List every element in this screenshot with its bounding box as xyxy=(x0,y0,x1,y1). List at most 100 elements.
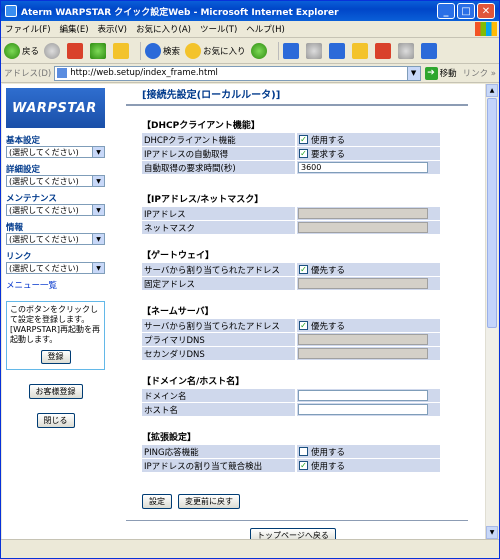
minimize-button[interactable]: _ xyxy=(437,3,455,19)
menu-list-link[interactable]: メニュー一覧 xyxy=(6,279,105,291)
print-button[interactable] xyxy=(305,42,324,59)
request-time-input[interactable]: 3600 xyxy=(298,162,428,173)
field-value-cell xyxy=(297,277,440,290)
address-dropdown-button[interactable]: ▼ xyxy=(407,65,421,81)
ie-app-icon xyxy=(5,5,17,17)
field-label: IPアドレスの割り当て競合検出 xyxy=(142,459,295,472)
field-value-cell xyxy=(297,221,440,234)
menu-tools[interactable]: ツール(T) xyxy=(200,23,237,35)
history-icon xyxy=(250,42,267,59)
go-arrow-icon: ➔ xyxy=(424,66,438,80)
info-select[interactable]: (選択してください) ▼ xyxy=(6,233,105,245)
checkbox[interactable]: ✓ xyxy=(299,149,308,158)
favorites-button[interactable]: お気に入り xyxy=(185,42,246,59)
side-group-link: リンク (選択してください) ▼ xyxy=(6,250,105,274)
close-button[interactable]: 閉じる xyxy=(36,413,75,428)
vertical-scrollbar[interactable]: ▲ ▼ xyxy=(485,84,498,539)
address-input[interactable]: http://web.setup/index_frame.html xyxy=(54,65,408,81)
detail-settings-select[interactable]: (選択してください) ▼ xyxy=(6,175,105,187)
form-row: プライマリDNS xyxy=(142,333,440,346)
back-button[interactable]: 戻る xyxy=(4,42,39,59)
links-button[interactable]: リンク » xyxy=(463,67,496,79)
menu-view[interactable]: 表示(V) xyxy=(98,23,127,35)
close-window-button[interactable]: ✕ xyxy=(477,3,495,19)
set-button[interactable]: 設定 xyxy=(142,494,172,509)
scroll-up-icon[interactable]: ▲ xyxy=(486,84,498,97)
folder-button[interactable] xyxy=(351,42,370,59)
link-select[interactable]: (選択してください) ▼ xyxy=(6,262,105,274)
customer-register-button[interactable]: お客様登録 xyxy=(28,384,83,399)
basic-settings-select[interactable]: (選択してください) ▼ xyxy=(6,146,105,158)
go-button[interactable]: ➔ 移動 xyxy=(424,66,457,80)
footer-divider xyxy=(126,520,468,521)
dhcp-client-checkbox[interactable]: ✓ 使用する xyxy=(297,133,440,146)
gateway-prefer-checkbox[interactable]: ✓ 優先する xyxy=(297,263,440,276)
folder-icon xyxy=(351,42,368,59)
host-name-input[interactable] xyxy=(298,404,428,415)
ip-auto-checkbox[interactable]: ✓ 要求する xyxy=(297,147,440,160)
form-row: 自動取得の要求時間(秒) 3600 xyxy=(142,161,440,174)
section-ip-mask: 【IPアドレス/ネットマスク】 IPアドレス ネットマスク xyxy=(142,192,440,235)
netmask-input[interactable] xyxy=(298,222,428,233)
checkbox[interactable] xyxy=(299,447,308,456)
side-group-info: 情報 (選択してください) ▼ xyxy=(6,221,105,245)
menu-file[interactable]: ファイル(F) xyxy=(5,23,51,35)
search-button[interactable]: 検索 xyxy=(145,42,180,59)
menu-edit[interactable]: 編集(E) xyxy=(60,23,89,35)
checkbox[interactable]: ✓ xyxy=(299,135,308,144)
edit-button[interactable] xyxy=(328,42,347,59)
research-button[interactable] xyxy=(397,42,416,59)
page-icon xyxy=(57,68,68,78)
checkbox[interactable]: ✓ xyxy=(299,461,308,470)
form-row: 固定アドレス xyxy=(142,277,440,290)
scroll-thumb[interactable] xyxy=(487,98,497,328)
form-row: DHCPクライアント機能 ✓ 使用する xyxy=(142,133,440,146)
history-button[interactable] xyxy=(250,42,269,59)
dns-prefer-checkbox[interactable]: ✓ 優先する xyxy=(297,319,440,332)
mail-icon xyxy=(282,42,299,59)
print-icon xyxy=(305,42,322,59)
field-value-cell: 3600 xyxy=(297,161,440,174)
home-icon xyxy=(113,42,130,59)
forward-button[interactable] xyxy=(44,42,62,59)
section-nameserver: 【ネームサーバ】 サーバから割り当てられたアドレス ✓ 優先する プライマリDNS… xyxy=(142,304,440,361)
toolbar: 戻る 検索 お気に入り xyxy=(1,38,499,64)
customer-register-wrap: お客様登録 xyxy=(2,384,109,399)
maintenance-select[interactable]: (選択してください) ▼ xyxy=(6,204,105,216)
checkbox[interactable]: ✓ xyxy=(299,321,308,330)
refresh-button[interactable] xyxy=(90,42,108,59)
fixed-address-input[interactable] xyxy=(298,278,428,289)
ip-address-input[interactable] xyxy=(298,208,428,219)
messenger-button[interactable] xyxy=(374,42,393,59)
ping-response-checkbox[interactable]: 使用する xyxy=(297,445,440,458)
form-row: サーバから割り当てられたアドレス ✓ 優先する xyxy=(142,263,440,276)
network-button[interactable] xyxy=(420,42,439,59)
chevron-down-icon: ▼ xyxy=(92,147,104,157)
side-group-basic: 基本設定 (選択してください) ▼ xyxy=(6,134,105,158)
form-row: IPアドレスの割り当て競合検出 ✓ 使用する xyxy=(142,459,440,472)
form-row: ドメイン名 xyxy=(142,389,440,402)
mail-button[interactable] xyxy=(282,42,301,59)
register-note-box: このボタンをクリックして設定を登録します。[WARPSTAR]再起動を再起動しま… xyxy=(6,301,105,370)
stop-button[interactable] xyxy=(67,42,85,59)
sidebar-frame: WARPSTAR 基本設定 (選択してください) ▼ 詳細設定 (選択してください… xyxy=(2,84,110,539)
secondary-dns-input[interactable] xyxy=(298,348,428,359)
revert-button[interactable]: 変更前に戻す xyxy=(178,494,240,509)
form-row: ネットマスク xyxy=(142,221,440,234)
search-icon xyxy=(145,42,162,59)
domain-name-input[interactable] xyxy=(298,390,428,401)
maximize-button[interactable]: □ xyxy=(457,3,475,19)
refresh-icon xyxy=(90,42,107,59)
primary-dns-input[interactable] xyxy=(298,334,428,345)
field-label: ホスト名 xyxy=(142,403,295,416)
home-button[interactable] xyxy=(113,42,131,59)
menu-help[interactable]: ヘルプ(H) xyxy=(246,23,285,35)
field-value-cell xyxy=(297,333,440,346)
form-row: セカンダリDNS xyxy=(142,347,440,360)
menu-favorites[interactable]: お気に入り(A) xyxy=(136,23,191,35)
checkbox[interactable]: ✓ xyxy=(299,265,308,274)
register-button[interactable]: 登録 xyxy=(40,350,71,364)
scroll-down-icon[interactable]: ▼ xyxy=(486,526,498,539)
side-group-maintenance: メンテナンス (選択してください) ▼ xyxy=(6,192,105,216)
ip-conflict-checkbox[interactable]: ✓ 使用する xyxy=(297,459,440,472)
